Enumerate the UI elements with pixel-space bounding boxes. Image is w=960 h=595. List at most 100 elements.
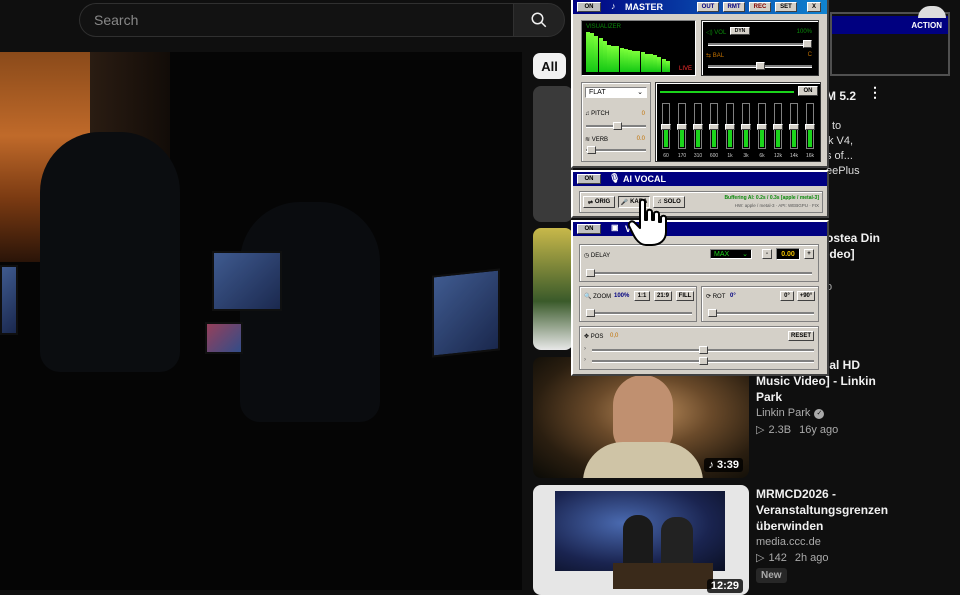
delay-value-field[interactable]: 0.00 xyxy=(776,248,800,260)
eq-band-slider[interactable] xyxy=(677,103,687,149)
channel-name[interactable]: media.ccc.de xyxy=(756,535,821,550)
avatar[interactable] xyxy=(918,6,946,18)
pos-reset-button[interactable]: RESET xyxy=(788,331,814,341)
rot-slider[interactable] xyxy=(708,312,814,315)
chevron-down-icon: ⌄ xyxy=(637,89,643,96)
video-title[interactable]: ostea Din xyxy=(826,230,880,246)
delay-minus-button[interactable]: - xyxy=(762,249,772,259)
orig-button[interactable]: ⇌ ORIG xyxy=(583,196,615,208)
action-title: ACTION xyxy=(911,20,942,30)
zoom-slider[interactable] xyxy=(586,312,692,315)
eq-band-label: 16k xyxy=(805,153,815,159)
eq-band-slider[interactable] xyxy=(805,103,815,149)
eq-band-label: 14k xyxy=(789,153,799,159)
verb-slider-knob[interactable] xyxy=(587,146,596,154)
eq-band-knob[interactable] xyxy=(805,124,815,130)
eq-band-knob[interactable] xyxy=(709,124,719,130)
video-duration: 12:29 xyxy=(706,579,743,593)
video-title[interactable]: ideo] xyxy=(826,246,855,262)
ai-hw-status: HW: apple / metal-3 · API: WEBGPU · FIX xyxy=(734,203,819,208)
eq-band-knob[interactable] xyxy=(741,124,751,130)
rot-0-button[interactable]: 0° xyxy=(780,291,794,301)
video-thumbnail[interactable] xyxy=(533,228,573,350)
search-button[interactable] xyxy=(513,3,565,37)
eq-on-button[interactable]: ON xyxy=(798,86,818,96)
ai-status: Buffering AI: 0.2s / 0.3s [apple / metal… xyxy=(724,195,819,201)
eq-band-knob[interactable] xyxy=(661,124,671,130)
eq-band-slider[interactable] xyxy=(773,103,783,149)
eq-band-slider[interactable] xyxy=(693,103,703,149)
ai-vocal-controls: ⇌ ORIG 🎤 KARA ♫ SOLO Buffering AI: 0.2s … xyxy=(579,191,823,213)
eq-band-slider[interactable] xyxy=(661,103,671,149)
action-titlebar[interactable]: ACTION xyxy=(832,16,948,34)
verb-label: ≋ VERB xyxy=(585,137,609,143)
bal-value: C xyxy=(807,52,812,58)
eq-band-slider[interactable] xyxy=(725,103,735,149)
master-on-button[interactable]: ON xyxy=(577,2,601,12)
zoom-fill-button[interactable]: FILL xyxy=(676,291,694,301)
vol-slider[interactable] xyxy=(708,43,812,46)
channel-name[interactable]: Linkin Park xyxy=(756,406,810,421)
zoom-slider-knob[interactable] xyxy=(586,309,595,317)
eq-band-knob[interactable] xyxy=(773,124,783,130)
bal-slider-knob[interactable] xyxy=(756,62,765,70)
eq-band-knob[interactable] xyxy=(757,124,767,130)
eq-band-slider[interactable] xyxy=(741,103,751,149)
delay-slider-knob[interactable] xyxy=(586,269,595,277)
eq-band-knob[interactable] xyxy=(677,124,687,130)
zoom-1-1-button[interactable]: 1:1 xyxy=(634,291,650,301)
pos-y-slider-knob[interactable] xyxy=(699,357,708,365)
play-icon: ▷ xyxy=(756,424,765,436)
rec-button[interactable]: REC xyxy=(749,2,771,12)
eq-band-label: 600 xyxy=(709,153,719,159)
search-input[interactable] xyxy=(79,3,513,37)
master-titlebar[interactable]: ON ♪ MASTER OUT RMT REC SET X xyxy=(573,0,827,14)
pos-x-slider-knob[interactable] xyxy=(699,346,708,354)
ai-vocal-titlebar[interactable]: ON 🎙 AI VOCAL xyxy=(573,172,827,186)
video-titlebar[interactable]: ON ▣ V xyxy=(573,222,827,236)
eq-band-knob[interactable] xyxy=(725,124,735,130)
rot-90-button[interactable]: +90° xyxy=(797,291,815,301)
close-button[interactable]: X xyxy=(807,2,821,12)
video-stats: ▷ 142 2h ago xyxy=(756,551,828,566)
delay-plus-button[interactable]: + xyxy=(804,249,814,259)
eq-band-slider[interactable] xyxy=(789,103,799,149)
video-player[interactable] xyxy=(0,52,522,590)
action-window[interactable]: ACTION xyxy=(830,12,950,76)
preset-select[interactable]: FLAT ⌄ xyxy=(585,87,647,98)
live-label: LIVE xyxy=(678,66,692,72)
play-icon: ▷ xyxy=(756,552,765,564)
vol-slider-knob[interactable] xyxy=(803,40,812,48)
zoom-21-9-button[interactable]: 21:9 xyxy=(654,291,672,301)
eq-band-knob[interactable] xyxy=(693,124,703,130)
more-options-icon[interactable]: ⋮ xyxy=(868,85,882,106)
rot-group: ⟳ ROT 0° 0° +90° xyxy=(701,286,819,322)
delay-group: ◷ DELAY MAX ⌄ - 0.00 + xyxy=(579,244,819,282)
eq-band-knob[interactable] xyxy=(789,124,799,130)
eq-band-slider[interactable] xyxy=(709,103,719,149)
person-silhouette xyxy=(40,132,180,372)
zoom-group: 🔍 ZOOM 100% 1:1 21:9 FILL xyxy=(579,286,697,322)
channel-row[interactable]: Linkin Park ✓ xyxy=(756,406,825,421)
ai-vocal-on-button[interactable]: ON xyxy=(577,174,601,184)
rmt-button[interactable]: RMT xyxy=(723,2,745,12)
person-silhouette xyxy=(240,202,380,422)
out-button[interactable]: OUT xyxy=(697,2,719,12)
eq-band-slider[interactable] xyxy=(757,103,767,149)
video-title[interactable]: Veranstaltungsgrenzen xyxy=(756,502,888,518)
video-title[interactable]: überwinden xyxy=(756,518,823,534)
delay-mode-select[interactable]: MAX ⌄ xyxy=(710,249,752,259)
delay-slider[interactable] xyxy=(586,272,812,275)
video-title[interactable]: Park xyxy=(756,389,782,405)
set-button[interactable]: SET xyxy=(775,2,797,12)
pitch-slider-knob[interactable] xyxy=(613,122,622,130)
vol-label: ◁) VOL xyxy=(706,30,727,36)
chip-all[interactable]: All xyxy=(533,53,566,79)
video-on-button[interactable]: ON xyxy=(577,224,601,234)
video-title[interactable]: MRMCD2026 - xyxy=(756,486,836,502)
video-thumbnail[interactable]: 12:29 xyxy=(533,485,749,595)
video-thumbnail[interactable] xyxy=(533,86,573,222)
dyn-button[interactable]: DYN xyxy=(730,27,750,35)
video-title[interactable]: M 5.2 xyxy=(826,88,856,104)
rot-slider-knob[interactable] xyxy=(708,309,717,317)
